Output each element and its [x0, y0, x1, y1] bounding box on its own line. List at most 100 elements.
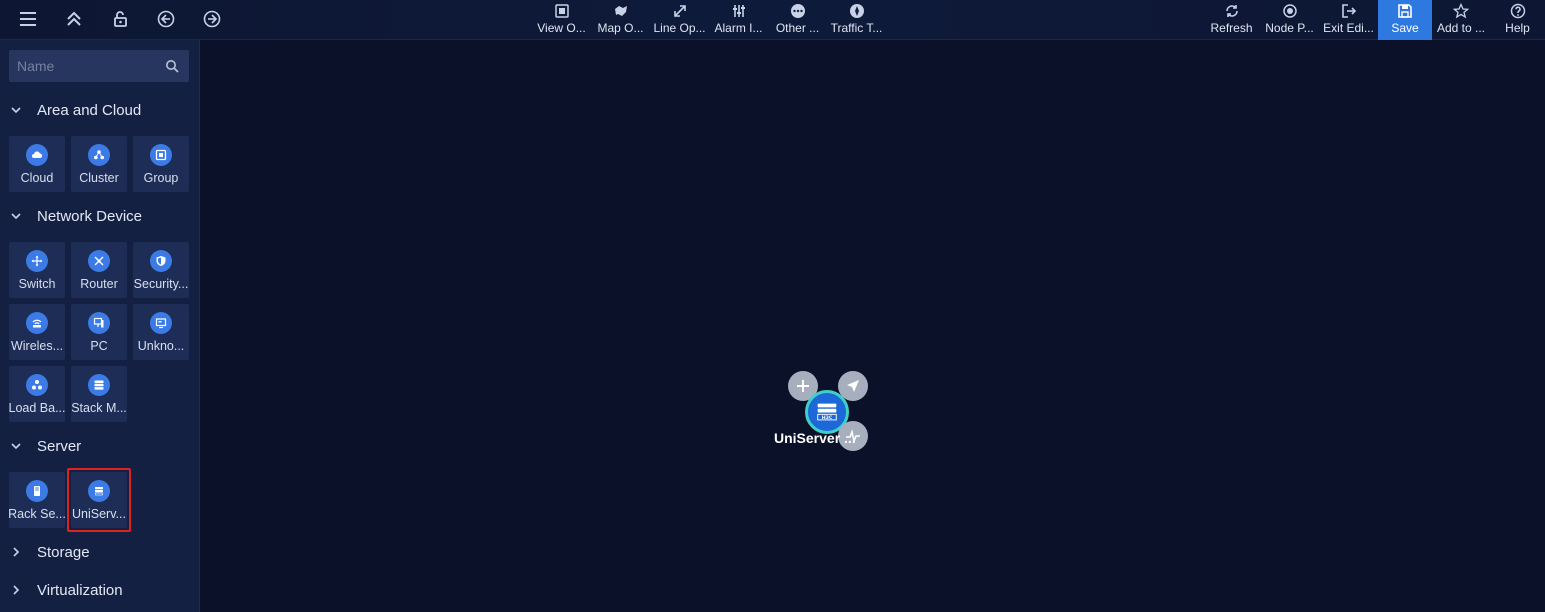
item-label: Group: [143, 171, 179, 185]
palette-item-group[interactable]: Group: [133, 136, 189, 192]
chevron-down-icon: [11, 107, 21, 114]
item-label: Security...: [133, 277, 189, 291]
right-tool-group: Refresh Node P... Exit Edi... Save Add t…: [1203, 0, 1545, 40]
node-label: UniServer ...: [774, 430, 856, 446]
help-button[interactable]: Help: [1490, 0, 1545, 40]
section-area-and-cloud[interactable]: Area and Cloud: [0, 98, 200, 122]
rack-server-icon: [26, 480, 48, 502]
palette-item-security[interactable]: Security...: [133, 242, 189, 298]
item-label: Cluster: [79, 171, 119, 185]
search-icon[interactable]: [165, 59, 179, 73]
section-title: Server: [37, 437, 82, 455]
tool-label: Help: [1505, 21, 1530, 35]
item-label: UniServ...: [72, 507, 126, 521]
palette-item-switch[interactable]: Switch: [9, 242, 65, 298]
exit-edit-button[interactable]: Exit Edi...: [1319, 0, 1378, 40]
map-options-button[interactable]: Map O...: [591, 0, 650, 40]
alarm-icon: [732, 5, 745, 17]
palette-item-wireless[interactable]: Wireles...: [9, 304, 65, 360]
navigation-arrow-icon: [847, 380, 859, 392]
topology-node-uniserver[interactable]: H3C UniServer ...: [771, 366, 891, 456]
item-label: Cloud: [20, 171, 54, 185]
wireless-icon: [26, 312, 48, 334]
tool-label: Exit Edi...: [1323, 21, 1374, 35]
palette-item-load-balancer[interactable]: Load Ba...: [8, 366, 66, 422]
topology-canvas[interactable]: H3C UniServer ...: [201, 41, 1545, 612]
search-input[interactable]: [9, 50, 159, 82]
arrow-right-circle-icon: [203, 10, 221, 28]
item-label: Router: [80, 277, 118, 291]
palette-item-unknown[interactable]: Unkno...: [133, 304, 189, 360]
node-badge: H3C: [822, 415, 833, 421]
section-title: Network Device: [37, 207, 143, 225]
cluster-icon: [88, 144, 110, 166]
traffic-icon: [849, 4, 864, 18]
back-button[interactable]: [148, 4, 184, 34]
tool-label: Alarm I...: [714, 21, 763, 35]
save-icon: [1398, 4, 1412, 18]
section-title: Storage: [37, 543, 90, 561]
section-title: Virtualization: [37, 581, 123, 599]
line-options-icon: [673, 5, 686, 17]
view-options-button[interactable]: View O...: [532, 0, 591, 40]
load-balancer-icon: [26, 374, 48, 396]
palette-item-pc[interactable]: PC: [71, 304, 127, 360]
router-icon: [88, 250, 110, 272]
top-toolbar: View O... Map O... Line Op... Alarm I...…: [0, 0, 1545, 40]
save-button[interactable]: Save: [1378, 0, 1432, 40]
exit-icon: [1341, 4, 1356, 18]
other-button[interactable]: Other ...: [768, 0, 827, 40]
unlock-button[interactable]: [102, 4, 138, 34]
palette-item-rack-server[interactable]: Rack Se...: [8, 472, 66, 528]
tool-label: Node P...: [1265, 21, 1314, 35]
traffic-button[interactable]: Traffic T...: [827, 0, 886, 40]
unlock-icon: [114, 11, 127, 27]
plus-icon: [797, 380, 809, 392]
collapse-up-button[interactable]: [56, 4, 92, 34]
cloud-icon: [26, 144, 48, 166]
chevron-down-icon: [11, 213, 21, 220]
switch-icon: [26, 250, 48, 272]
menu-button[interactable]: [10, 4, 46, 34]
tool-label: View O...: [537, 21, 586, 35]
palette-item-cluster[interactable]: Cluster: [71, 136, 127, 192]
palette-item-stack-member[interactable]: Stack M...: [71, 366, 127, 422]
item-label: Switch: [18, 277, 56, 291]
refresh-icon: [1225, 5, 1238, 17]
palette-item-uniserver[interactable]: UniServ...: [71, 472, 127, 528]
alarm-info-button[interactable]: Alarm I...: [709, 0, 768, 40]
tool-label: Line Op...: [653, 21, 706, 35]
tool-label: Save: [1391, 21, 1419, 35]
arrow-left-circle-icon: [157, 10, 175, 28]
node-position-icon: [1282, 4, 1297, 18]
uniserver-icon: H3C: [817, 403, 837, 421]
line-options-button[interactable]: Line Op...: [650, 0, 709, 40]
item-label: Rack Se...: [8, 507, 66, 521]
nav-icon-group: [10, 0, 240, 38]
shield-icon: [150, 250, 172, 272]
uniserver-icon: [88, 480, 110, 502]
star-icon: [1453, 3, 1469, 19]
map-options-icon: [614, 6, 627, 16]
item-label: Wireles...: [10, 339, 64, 353]
refresh-button[interactable]: Refresh: [1203, 0, 1260, 40]
add-to-favorites-button[interactable]: Add to ...: [1432, 0, 1490, 40]
help-icon: [1510, 3, 1525, 19]
section-server[interactable]: Server: [0, 434, 200, 458]
node-position-button[interactable]: Node P...: [1260, 0, 1319, 40]
tool-label: Map O...: [597, 21, 644, 35]
item-label: Load Ba...: [8, 401, 66, 415]
palette-item-cloud[interactable]: Cloud: [9, 136, 65, 192]
section-storage[interactable]: Storage: [0, 540, 200, 564]
group-icon: [150, 144, 172, 166]
section-virtualization[interactable]: Virtualization: [0, 578, 200, 602]
tool-label: Other ...: [775, 21, 820, 35]
unknown-device-icon: [150, 312, 172, 334]
section-network-device[interactable]: Network Device: [0, 204, 200, 228]
double-chevron-up-icon: [67, 11, 81, 26]
forward-button[interactable]: [194, 4, 230, 34]
palette-item-router[interactable]: Router: [71, 242, 127, 298]
item-label: Stack M...: [71, 401, 127, 415]
tool-label: Refresh: [1210, 21, 1253, 35]
item-label: PC: [90, 339, 108, 353]
